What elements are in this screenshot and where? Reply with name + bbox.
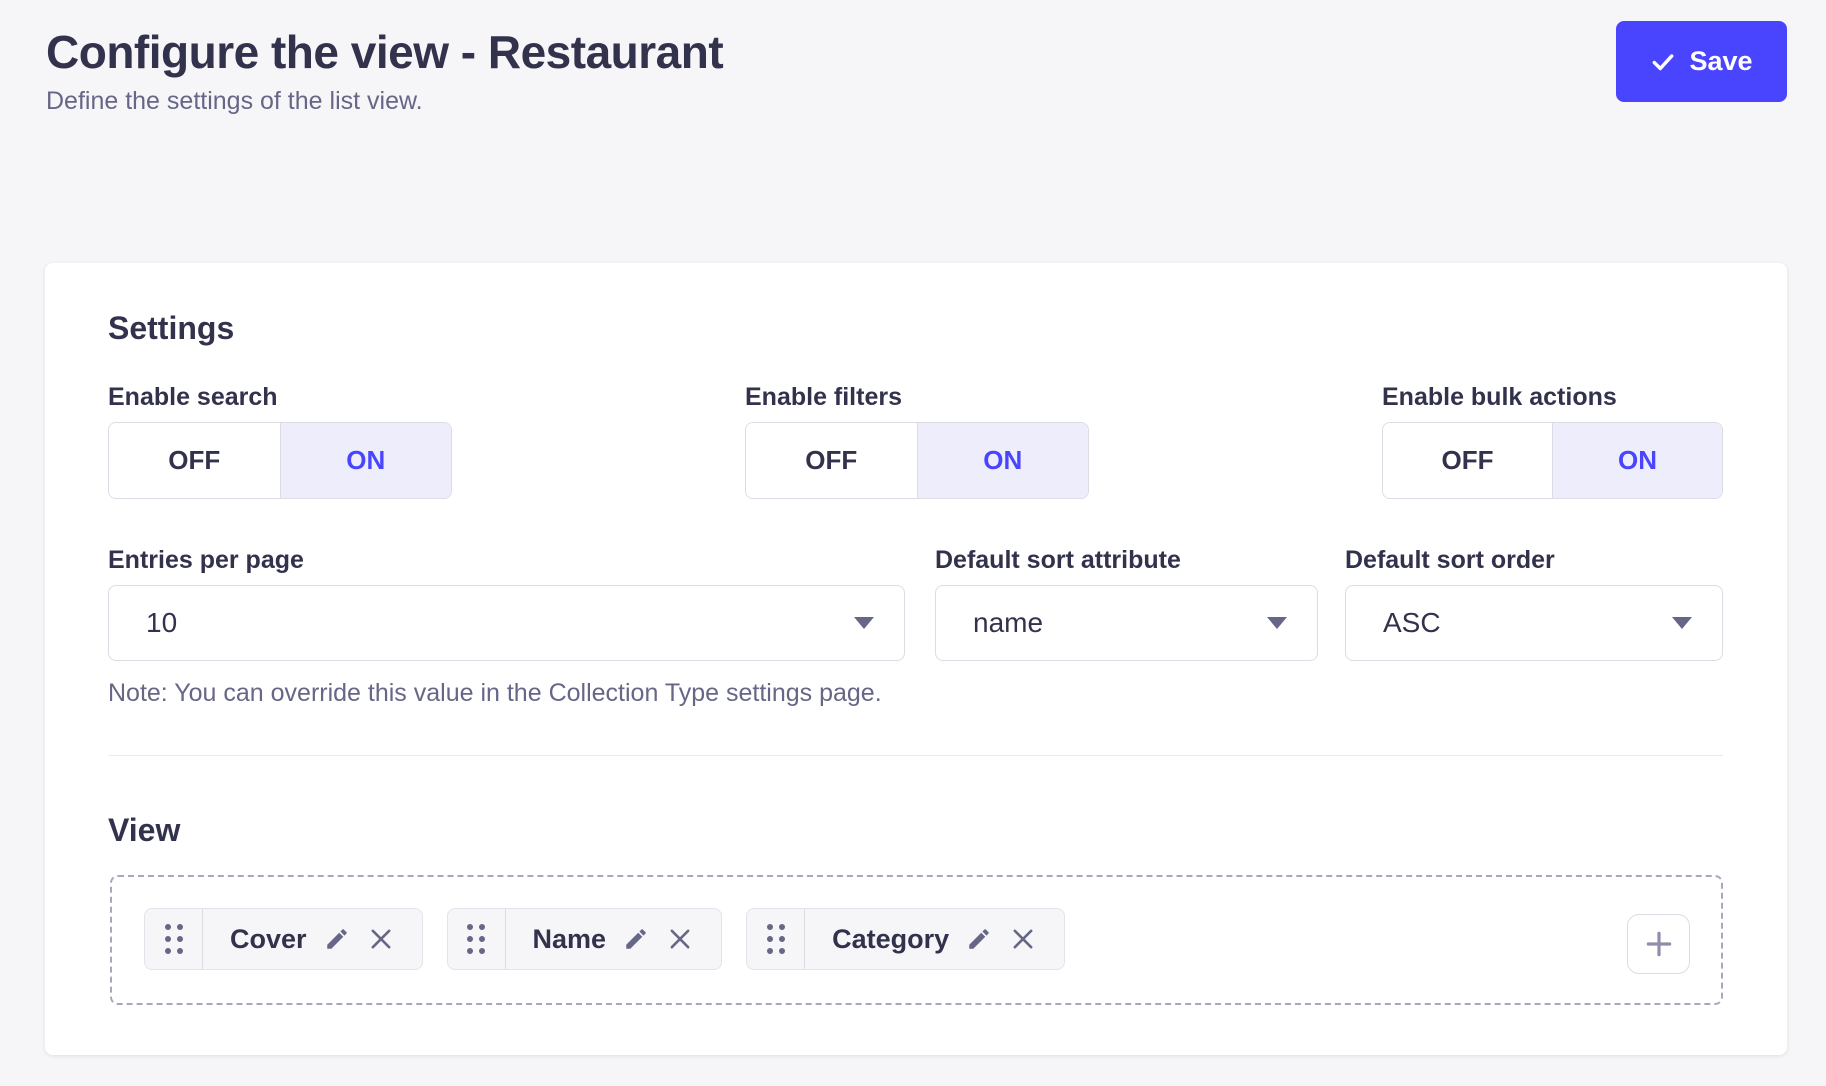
field-chip-label: Cover <box>230 924 307 955</box>
settings-card: Settings Enable search OFF ON Enable fil… <box>45 263 1787 1055</box>
enable-filters-on-option[interactable]: ON <box>918 423 1089 498</box>
settings-heading: Settings <box>108 309 234 347</box>
drag-handle-icon <box>165 924 183 954</box>
caret-down-icon <box>1672 617 1692 629</box>
field-chip-label: Name <box>533 924 607 955</box>
default-sort-attribute-value: name <box>973 607 1043 639</box>
pencil-icon <box>324 926 350 952</box>
default-sort-attribute-label: Default sort attribute <box>935 545 1318 575</box>
field-chip-cover: Cover <box>144 908 423 970</box>
enable-search-field: Enable search OFF ON <box>108 382 452 499</box>
entries-per-page-note: Note: You can override this value in the… <box>108 678 905 708</box>
enable-search-on-option[interactable]: ON <box>281 423 452 498</box>
default-sort-order-select[interactable]: ASC <box>1345 585 1723 661</box>
enable-bulk-actions-toggle: OFF ON <box>1382 422 1723 499</box>
caret-down-icon <box>854 617 874 629</box>
drag-handle[interactable] <box>747 909 805 969</box>
view-heading: View <box>108 811 180 849</box>
default-sort-order-value: ASC <box>1383 607 1441 639</box>
enable-bulk-actions-off-option[interactable]: OFF <box>1383 423 1553 498</box>
enable-bulk-actions-label: Enable bulk actions <box>1382 382 1723 412</box>
enable-search-label: Enable search <box>108 382 452 412</box>
default-sort-attribute-select[interactable]: name <box>935 585 1318 661</box>
page-subtitle: Define the settings of the list view. <box>46 86 723 116</box>
drag-handle-icon <box>467 924 485 954</box>
entries-per-page-value: 10 <box>146 607 177 639</box>
save-button-label: Save <box>1689 46 1752 77</box>
field-chip-name: Name <box>447 908 723 970</box>
plus-icon <box>1643 928 1675 960</box>
close-icon <box>1009 925 1037 953</box>
entries-per-page-field: Entries per page 10 Note: You can overri… <box>108 545 905 708</box>
check-icon <box>1650 49 1676 75</box>
field-chip-label: Category <box>832 924 949 955</box>
field-chip-category: Category <box>746 908 1065 970</box>
default-sort-attribute-field: Default sort attribute name <box>935 545 1318 661</box>
section-divider <box>108 755 1723 756</box>
edit-field-button[interactable] <box>324 926 350 952</box>
remove-field-button[interactable] <box>367 925 395 953</box>
enable-search-off-option[interactable]: OFF <box>109 423 281 498</box>
close-icon <box>666 925 694 953</box>
drag-handle[interactable] <box>448 909 506 969</box>
remove-field-button[interactable] <box>1009 925 1037 953</box>
enable-filters-field: Enable filters OFF ON <box>745 382 1089 499</box>
close-icon <box>367 925 395 953</box>
edit-field-button[interactable] <box>623 926 649 952</box>
enable-bulk-actions-on-option[interactable]: ON <box>1553 423 1722 498</box>
view-fields-dropzone: Cover <box>110 875 1723 1005</box>
enable-filters-toggle: OFF ON <box>745 422 1089 499</box>
enable-filters-label: Enable filters <box>745 382 1089 412</box>
edit-field-button[interactable] <box>966 926 992 952</box>
add-field-button[interactable] <box>1627 914 1690 974</box>
drag-handle-icon <box>767 924 785 954</box>
entries-per-page-select[interactable]: 10 <box>108 585 905 661</box>
pencil-icon <box>966 926 992 952</box>
default-sort-order-field: Default sort order ASC <box>1345 545 1723 661</box>
caret-down-icon <box>1267 617 1287 629</box>
pencil-icon <box>623 926 649 952</box>
page-title: Configure the view - Restaurant <box>46 26 723 78</box>
entries-per-page-label: Entries per page <box>108 545 905 575</box>
remove-field-button[interactable] <box>666 925 694 953</box>
enable-filters-off-option[interactable]: OFF <box>746 423 918 498</box>
enable-search-toggle: OFF ON <box>108 422 452 499</box>
enable-bulk-actions-field: Enable bulk actions OFF ON <box>1382 382 1723 499</box>
page-header: Configure the view - Restaurant Define t… <box>46 26 723 116</box>
drag-handle[interactable] <box>145 909 203 969</box>
save-button[interactable]: Save <box>1616 21 1787 102</box>
view-fields-row: Cover <box>144 908 1065 970</box>
default-sort-order-label: Default sort order <box>1345 545 1723 575</box>
